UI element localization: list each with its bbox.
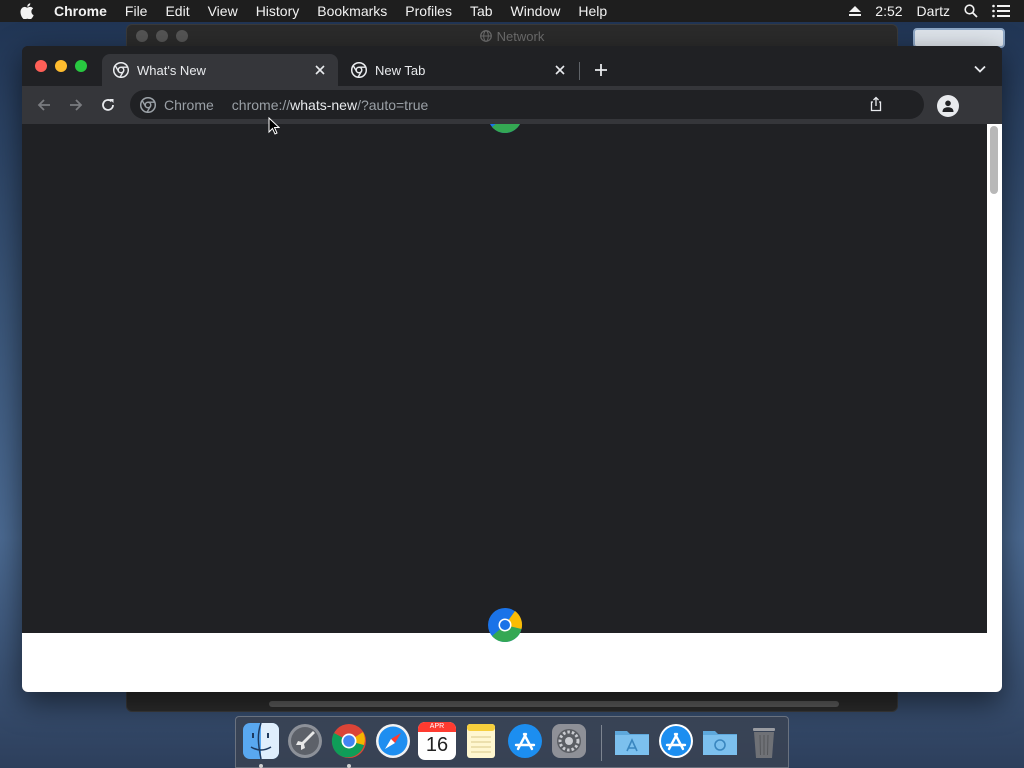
background-window-scrollbar[interactable] — [269, 701, 839, 707]
menu-profiles[interactable]: Profiles — [396, 3, 461, 19]
downloads-folder-icon[interactable] — [701, 722, 739, 760]
globe-icon — [479, 30, 492, 42]
menu-app-name[interactable]: Chrome — [54, 3, 116, 19]
chrome-window: What's New New Tab Chrome chrome://whats… — [22, 46, 1002, 692]
chevron-down-icon — [974, 65, 986, 73]
plus-icon — [595, 64, 607, 76]
url-host: whats-new — [290, 96, 358, 113]
eject-icon[interactable] — [849, 6, 862, 16]
chrome-logo-icon — [488, 608, 523, 643]
window-traffic-lights — [35, 60, 87, 72]
running-indicator — [347, 764, 351, 768]
menu-view[interactable]: View — [199, 3, 247, 19]
profile-button[interactable] — [937, 95, 959, 117]
background-window-traffic-lights — [136, 30, 188, 42]
apple-icon[interactable] — [0, 3, 54, 19]
tab-strip: What's New New Tab — [22, 46, 1002, 86]
url-text[interactable]: chrome://whats-new/?auto=true — [232, 97, 429, 113]
background-window-titlebar[interactable]: Network — [127, 25, 897, 47]
close-window-button[interactable] — [35, 60, 47, 72]
url-scheme: chrome:// — [231, 96, 291, 113]
browser-toolbar: Chrome chrome://whats-new/?auto=true — [22, 86, 1002, 124]
close-tab-icon[interactable] — [312, 62, 328, 78]
tab-whats-new[interactable]: What's New — [102, 54, 338, 86]
app-store-download-icon[interactable] — [657, 722, 695, 760]
running-indicator — [259, 764, 263, 768]
background-window-title: Network — [496, 28, 545, 44]
launchpad-icon[interactable] — [286, 722, 324, 760]
menu-clock[interactable]: 2:52 — [875, 3, 902, 19]
spotlight-search-icon[interactable] — [964, 4, 978, 18]
notification-center-icon[interactable] — [992, 4, 1010, 18]
new-tab-button[interactable] — [591, 60, 611, 80]
notes-icon[interactable] — [462, 722, 500, 760]
dock-separator — [601, 725, 602, 761]
site-chip[interactable]: Chrome — [164, 97, 214, 113]
chrome-icon — [351, 62, 367, 78]
zoom-window-button[interactable] — [75, 60, 87, 72]
safari-icon[interactable] — [374, 722, 412, 760]
tab-new-tab[interactable]: New Tab — [340, 54, 578, 86]
tab-title: What's New — [137, 62, 206, 78]
page-scrollbar[interactable] — [987, 124, 1002, 692]
menu-bookmarks[interactable]: Bookmarks — [308, 3, 396, 19]
background-minimize-button[interactable] — [156, 30, 168, 42]
url-path: /?auto=true — [357, 96, 429, 113]
menu-tab[interactable]: Tab — [461, 3, 502, 19]
calendar-icon[interactable]: APR 16 — [418, 722, 456, 760]
chrome-logo-icon — [490, 124, 520, 133]
system-preferences-icon[interactable] — [550, 722, 588, 760]
share-icon[interactable] — [868, 96, 884, 112]
tab-separator — [579, 62, 580, 80]
back-button[interactable] — [34, 95, 54, 115]
tab-search-button[interactable] — [972, 61, 988, 77]
menu-bar: Chrome File Edit View History Bookmarks … — [0, 0, 1024, 22]
calendar-day: 16 — [425, 734, 449, 756]
background-close-button[interactable] — [136, 30, 148, 42]
dock: APR 16 — [235, 716, 789, 768]
menu-edit[interactable]: Edit — [156, 3, 198, 19]
minimize-window-button[interactable] — [55, 60, 67, 72]
address-bar[interactable]: Chrome chrome://whats-new/?auto=true — [130, 90, 924, 119]
person-icon — [942, 100, 954, 112]
finder-icon[interactable] — [242, 722, 280, 760]
menu-window[interactable]: Window — [502, 3, 570, 19]
menu-help[interactable]: Help — [569, 3, 616, 19]
tab-title: New Tab — [375, 62, 426, 78]
close-tab-icon[interactable] — [552, 62, 568, 78]
forward-button[interactable] — [66, 95, 86, 115]
menu-history[interactable]: History — [247, 3, 309, 19]
arrow-left-icon — [37, 99, 50, 111]
scrollbar-thumb[interactable] — [990, 126, 998, 194]
chrome-icon — [140, 96, 156, 113]
menu-file[interactable]: File — [116, 3, 157, 19]
page-content[interactable] — [22, 124, 987, 692]
chrome-icon[interactable] — [330, 722, 368, 760]
mouse-cursor-icon — [268, 117, 280, 135]
arrow-right-icon — [70, 99, 83, 111]
calendar-month: APR — [418, 722, 456, 732]
chrome-icon — [113, 62, 129, 78]
app-store-icon[interactable] — [506, 722, 544, 760]
applications-folder-icon[interactable] — [613, 722, 651, 760]
reload-button[interactable] — [98, 95, 118, 115]
menu-user-name[interactable]: Dartz — [917, 3, 950, 19]
desktop-thumbnail[interactable] — [913, 28, 1005, 48]
reload-icon — [102, 99, 114, 111]
background-zoom-button[interactable] — [176, 30, 188, 42]
trash-icon[interactable] — [745, 722, 783, 760]
